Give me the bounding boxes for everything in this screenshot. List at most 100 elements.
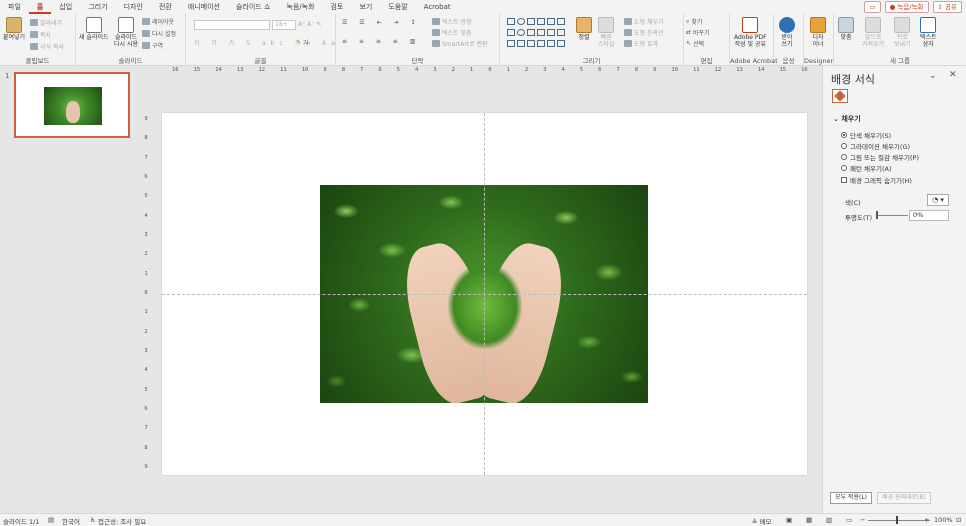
reset-background-button[interactable]: 배경 원래대로(B) bbox=[877, 492, 931, 504]
shape-outline-button[interactable]: 도형 윤곽선 bbox=[624, 28, 664, 37]
format-painter-button[interactable]: 서식 복사 bbox=[30, 42, 64, 51]
font-color-buttons[interactable]: ✎ 가 bbox=[296, 38, 309, 47]
ruler-tick: 3 bbox=[543, 67, 547, 73]
shape-icon bbox=[547, 29, 555, 36]
paste-button[interactable]: 붙여넣기 bbox=[3, 17, 25, 41]
tab-home[interactable]: 홈 bbox=[28, 0, 52, 14]
ruler-tick: 4 bbox=[414, 67, 419, 73]
fit-slide-icon[interactable]: ⊡ bbox=[956, 516, 961, 524]
ruler-tick: 12 bbox=[258, 67, 266, 73]
align-button[interactable]: 맞춤 bbox=[838, 17, 854, 41]
tab-view[interactable]: 보기 bbox=[351, 0, 380, 14]
font-size-combo[interactable]: 18+ bbox=[272, 20, 296, 30]
slide-canvas[interactable] bbox=[162, 113, 807, 475]
tab-design[interactable]: 디자인 bbox=[116, 0, 151, 14]
tab-help[interactable]: 도움말 bbox=[380, 0, 415, 14]
tab-slideshow[interactable]: 슬라이드 쇼 bbox=[228, 0, 278, 14]
ruler-tick: 2 bbox=[144, 251, 148, 258]
adobe-pdf-button[interactable]: Adobe PDF 작성 및 공유 bbox=[734, 17, 767, 48]
text-box-button[interactable]: 텍스트 상자 bbox=[920, 17, 937, 48]
share-label: 공유 bbox=[945, 3, 957, 11]
language-indicator[interactable]: 한국어 bbox=[62, 516, 80, 526]
shape-fill-button[interactable]: 도형 채우기 bbox=[624, 17, 664, 26]
reading-view-icon[interactable]: ▥ bbox=[826, 516, 832, 524]
section-button[interactable]: 구역 bbox=[142, 41, 163, 50]
tab-file[interactable]: 파일 bbox=[0, 0, 29, 14]
text-direction-button[interactable]: 텍스트 방향 bbox=[432, 17, 472, 26]
select-button[interactable]: ↖ 선택 bbox=[686, 39, 704, 48]
copy-button[interactable]: 복사 bbox=[30, 30, 51, 39]
radio-pattern-fill[interactable]: 패턴 채우기(A) bbox=[841, 163, 892, 173]
dictate-button[interactable]: 받아 쓰기 bbox=[779, 17, 795, 48]
layout-button[interactable]: 레이아웃 bbox=[142, 17, 174, 26]
zoom-level[interactable]: 100% bbox=[934, 516, 953, 524]
send-backward-label-2: 보내기 bbox=[894, 41, 911, 48]
zoom-slider[interactable] bbox=[868, 520, 930, 521]
replace-button[interactable]: ⇄ 바꾸기 bbox=[686, 28, 710, 37]
bring-forward-button[interactable]: 앞으로 가져오기 bbox=[862, 17, 884, 48]
radio-gradient-fill[interactable]: 그라데이션 채우기(G) bbox=[841, 141, 910, 151]
radio-solid-fill[interactable]: 단색 채우기(S) bbox=[841, 130, 891, 140]
reuse-slide-button[interactable]: 슬라이드 다시 사용 bbox=[114, 17, 138, 48]
chevron-down-icon[interactable]: ⌄ bbox=[929, 71, 937, 81]
normal-view-icon[interactable]: ▣ bbox=[786, 516, 792, 524]
transparency-slider[interactable] bbox=[876, 215, 908, 216]
find-label: 찾기 bbox=[691, 19, 703, 26]
tab-record[interactable]: 녹음/녹화 bbox=[278, 0, 322, 14]
tab-animations[interactable]: 애니메이션 bbox=[180, 0, 228, 14]
slide-thumbnail[interactable] bbox=[14, 72, 130, 138]
zoom-out-icon[interactable]: − bbox=[860, 516, 865, 524]
close-icon[interactable]: ✕ bbox=[949, 70, 957, 80]
smartart-button[interactable]: SmartArt로 변환 bbox=[432, 39, 488, 48]
comment-icon[interactable]: ▭ bbox=[864, 1, 881, 13]
accessibility-status[interactable]: 접근성: 조사 필요 bbox=[98, 516, 146, 526]
radio-picture-fill[interactable]: 그림 또는 질감 채우기(P) bbox=[841, 152, 919, 162]
tab-transitions[interactable]: 전환 bbox=[151, 0, 180, 14]
share-button[interactable]: ⇪ 공유 bbox=[932, 1, 962, 13]
list-buttons[interactable]: ☰ ☰ ⇤ ⇥ ↕ bbox=[342, 19, 420, 26]
send-backward-button[interactable]: 뒤로 보내기 bbox=[894, 17, 911, 48]
paint-bucket-icon[interactable] bbox=[832, 89, 848, 103]
apply-all-button[interactable]: 모두 적용(L) bbox=[830, 492, 872, 504]
designer-button[interactable]: 디자 이너 bbox=[810, 17, 826, 48]
tab-draw[interactable]: 그리기 bbox=[80, 0, 115, 14]
tab-review[interactable]: 검토 bbox=[323, 0, 352, 14]
cut-button[interactable]: 잘라내기 bbox=[30, 18, 62, 27]
shape-icon bbox=[557, 40, 565, 47]
align-buttons[interactable]: ≡ ≡ ≡ ≡ ▥ bbox=[342, 38, 420, 45]
accessibility-icon[interactable]: ♿ bbox=[90, 516, 96, 524]
text-box-label-1: 텍스트 bbox=[920, 34, 937, 41]
record-button[interactable]: ● 녹음/녹화 bbox=[884, 1, 929, 13]
shape-effects-button[interactable]: 도형 효과 bbox=[624, 39, 658, 48]
new-slide-button[interactable]: 새 슬라이드 bbox=[79, 17, 109, 41]
dictate-label-1: 받아 bbox=[781, 34, 793, 41]
transparency-input[interactable]: 0% bbox=[909, 210, 949, 221]
spellcheck-icon[interactable]: ▤ bbox=[48, 516, 54, 524]
zoom-in-icon[interactable]: + bbox=[924, 516, 929, 524]
tab-insert[interactable]: 삽입 bbox=[51, 0, 80, 14]
color-picker-button[interactable]: ◔ ▾ bbox=[927, 194, 949, 206]
ruler-tick: 15 bbox=[779, 67, 787, 73]
align-text-button[interactable]: 텍스트 맞춤 bbox=[432, 28, 472, 37]
find-button[interactable]: ⌕ 찾기 bbox=[686, 17, 703, 27]
highlight-icon: ✎ bbox=[296, 39, 302, 46]
font-style-buttons[interactable]: 가 가 가 S abc 가↔ Aa bbox=[194, 38, 340, 47]
quick-styles-button[interactable]: 빠른 스타일 bbox=[598, 17, 615, 48]
reset-button[interactable]: 다시 설정 bbox=[142, 29, 176, 38]
arrange-label: 정렬 bbox=[578, 34, 590, 41]
fill-section-header[interactable]: ⌄ 채우기 bbox=[833, 114, 861, 124]
slideshow-icon[interactable]: ▭ bbox=[846, 516, 852, 524]
section-icon bbox=[142, 42, 150, 49]
arrange-button[interactable]: 정렬 bbox=[576, 17, 592, 41]
shapes-gallery[interactable] bbox=[506, 17, 568, 50]
format-background-panel: 배경 서식 ⌄ ✕ ⌄ 채우기 단색 채우기(S) 그라데이션 채우기(G) 그… bbox=[822, 66, 966, 513]
slide-sorter-icon[interactable]: ▦ bbox=[806, 516, 812, 524]
zoom-slider-knob[interactable] bbox=[896, 516, 898, 524]
font-name-combo[interactable] bbox=[194, 20, 270, 30]
hide-graphics-checkbox[interactable]: 배경 그래픽 숨기기(H) bbox=[841, 175, 912, 185]
shape-icon bbox=[547, 40, 555, 47]
font-grow-shrink[interactable]: A⁺ A⁻ ✎ bbox=[298, 21, 321, 28]
tab-acrobat[interactable]: Acrobat bbox=[416, 0, 459, 14]
notes-button[interactable]: ≜ 메모 bbox=[752, 516, 771, 526]
transparency-slider-knob[interactable] bbox=[876, 211, 878, 219]
